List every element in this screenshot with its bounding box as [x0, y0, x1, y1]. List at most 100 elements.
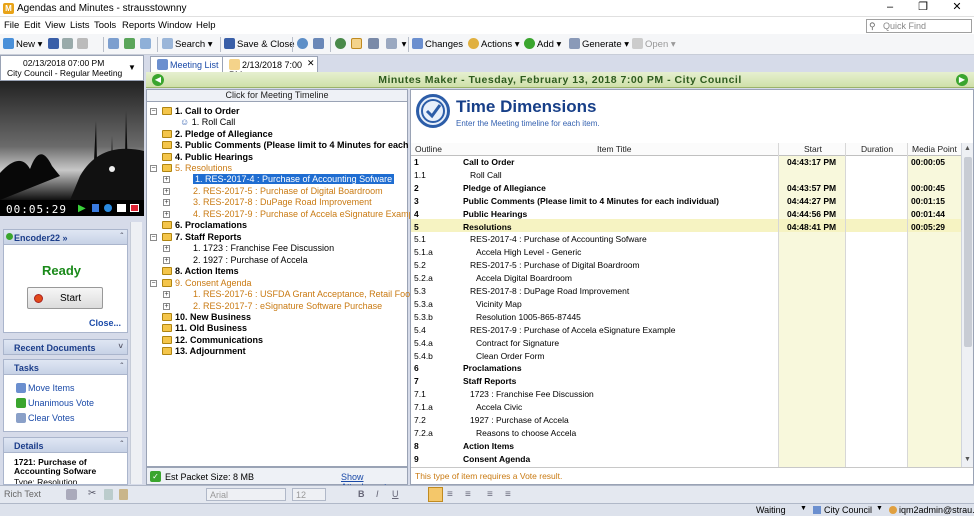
task-unanimous-vote[interactable]: Unanimous Vote — [16, 398, 94, 408]
table-row[interactable]: 8 Action Items — [411, 441, 961, 453]
table-row[interactable]: 5.2 RES-2017-5 : Purchase of Digital Boar… — [411, 260, 961, 272]
add-button[interactable]: Add ▾ — [524, 38, 561, 50]
table-row[interactable]: 2 Pledge of Allegiance 04:43:57 PM 00:00:45 — [411, 183, 961, 195]
tree-item[interactable]: 10. New Business — [162, 312, 251, 322]
table-row[interactable]: 7.1.a Accela Civic — [411, 402, 961, 414]
tree-expand-icon[interactable]: + — [163, 211, 170, 218]
chevron-down-icon[interactable]: ▼ — [800, 505, 807, 512]
encoder-header[interactable]: Encoder22 » ˆ — [3, 229, 128, 245]
tab-close-icon[interactable]: ✕ — [307, 58, 315, 69]
tree-item[interactable]: 9. Consent Agenda — [162, 278, 252, 288]
refresh-icon[interactable] — [297, 38, 310, 50]
scroll-thumb[interactable] — [964, 157, 972, 347]
table-row[interactable]: 1.1 Roll Call — [411, 170, 961, 182]
save-icon[interactable] — [48, 38, 61, 50]
table-row[interactable]: 7.1 1723 : Franchise Fee Discussion — [411, 389, 961, 401]
open-button[interactable]: Open ▾ — [632, 38, 676, 50]
table-row[interactable]: 9 Consent Agenda — [411, 454, 961, 466]
tree-item[interactable]: 2. Pledge of Allegiance — [162, 129, 273, 139]
expand-icon[interactable]: ˅ — [118, 342, 123, 351]
tool-icon-a[interactable] — [108, 38, 121, 50]
tree-collapse-icon[interactable]: − — [150, 280, 157, 287]
col-start[interactable]: Start — [804, 144, 822, 154]
tool-icon-c[interactable] — [140, 38, 153, 50]
menu-lists[interactable]: Lists — [70, 20, 90, 31]
tree-expand-icon[interactable]: + — [163, 176, 170, 183]
close-icon[interactable]: ✕ — [942, 0, 972, 16]
table-row[interactable]: 7.2.a Reasons to choose Accela — [411, 428, 961, 440]
snapshot-icon[interactable] — [117, 204, 126, 212]
tab-meeting-list[interactable]: Meeting List — [150, 56, 226, 72]
tree-item[interactable]: 1. RES-2017-4 : Purchase of Accounting S… — [193, 174, 395, 184]
copy-icon[interactable] — [104, 489, 113, 500]
table-row[interactable]: 5.4 RES-2017-9 : Purchase of Accela eSign… — [411, 325, 961, 337]
tree-collapse-icon[interactable]: − — [150, 165, 157, 172]
tree-item[interactable]: 4. RES-2017-9 : Purchase of Accela eSign… — [193, 209, 421, 219]
tree-item[interactable]: 8. Action Items — [162, 266, 239, 276]
timer-icon[interactable] — [335, 38, 348, 50]
save-close-button[interactable]: Save & Close — [224, 38, 295, 50]
fullscreen-icon[interactable] — [130, 204, 139, 212]
tasks-header[interactable]: Tasks ˆ — [3, 359, 128, 375]
status-body[interactable]: City Council — [824, 505, 872, 515]
generate-button[interactable]: Generate ▾ — [569, 38, 629, 50]
scroll-up-icon[interactable]: ▲ — [964, 145, 971, 152]
task-clear-votes[interactable]: Clear Votes — [16, 413, 75, 423]
paste-icon[interactable] — [119, 489, 128, 500]
menu-file[interactable]: File — [4, 20, 19, 31]
changes-button[interactable]: Changes — [412, 38, 463, 50]
forward-icon[interactable]: ▶ — [956, 74, 968, 86]
col-item-title[interactable]: Item Title — [597, 144, 631, 154]
align-left-icon[interactable] — [428, 487, 443, 502]
tree-item[interactable]: 6. Proclamations — [162, 220, 247, 230]
tree-item[interactable]: ☺ 1. Roll Call — [180, 117, 235, 127]
task-move-items[interactable]: Move Items — [16, 383, 75, 393]
tree-item[interactable]: 1. RES-2017-6 : USFDA Grant Acceptance, … — [193, 289, 424, 299]
align-right-icon[interactable]: ≡ — [465, 489, 471, 500]
table-row[interactable]: 5.1 RES-2017-4 : Purchase of Accounting S… — [411, 234, 961, 246]
scroll-down-icon[interactable]: ▼ — [964, 456, 971, 463]
col-duration[interactable]: Duration — [861, 144, 893, 154]
bold-icon[interactable]: B — [358, 489, 365, 499]
collapse-icon[interactable]: ˆ — [120, 362, 123, 371]
record-icon[interactable] — [104, 204, 112, 212]
tree-item[interactable]: 2. 1927 : Purchase of Accela — [193, 255, 308, 265]
print-icon[interactable] — [62, 38, 75, 50]
underline-icon[interactable]: U — [392, 489, 399, 499]
recent-documents-header[interactable]: Recent Documents ˅ — [3, 339, 128, 355]
format-icon[interactable] — [66, 489, 77, 500]
details-header[interactable]: Details ˆ — [3, 437, 128, 453]
people-icon[interactable] — [313, 38, 326, 50]
table-row[interactable]: 5.3 RES-2017-8 : DuPage Road Improvement — [411, 286, 961, 298]
table-row[interactable]: 5.2.a Accela Digital Boardroom — [411, 273, 961, 285]
tree-item[interactable]: 1. Call to Order — [162, 106, 240, 116]
meeting-selector[interactable]: 02/13/2018 07:00 PM City Council - Regul… — [0, 55, 144, 81]
gear-icon[interactable] — [368, 38, 381, 50]
table-row[interactable]: 5.1.a Accela High Level - Generic — [411, 247, 961, 259]
new-button[interactable]: New ▾ — [3, 38, 42, 50]
encoder-start-button[interactable]: Start — [27, 287, 103, 309]
tree-expand-icon[interactable]: + — [163, 257, 170, 264]
quick-find-input[interactable]: Quick Find — [866, 19, 972, 33]
preview-icon[interactable] — [77, 38, 90, 50]
table-row[interactable]: 7 Staff Reports — [411, 376, 961, 388]
tree-expand-icon[interactable]: + — [163, 245, 170, 252]
tree-item[interactable]: 2. RES-2017-7 : eSignature Software Purc… — [193, 301, 382, 311]
tree-item[interactable]: 12. Communications — [162, 335, 263, 345]
tree-expand-icon[interactable]: + — [163, 188, 170, 195]
search-button[interactable]: Search ▾ — [162, 38, 213, 50]
font-size-select[interactable]: 12 — [292, 488, 326, 501]
tree-item[interactable]: 5. Resolutions — [162, 163, 232, 173]
minimize-icon[interactable]: – — [875, 0, 905, 16]
tree-item[interactable]: 11. Old Business — [162, 323, 247, 333]
font-select[interactable]: Arial — [206, 488, 286, 501]
tree-item[interactable]: 7. Staff Reports — [162, 232, 242, 242]
table-row[interactable]: 1 Call to Order 04:43:17 PM 00:00:05 — [411, 157, 961, 169]
tree-item[interactable]: 4. Public Hearings — [162, 152, 253, 162]
clock-icon[interactable] — [351, 38, 364, 50]
cut-icon[interactable]: ✂ — [88, 488, 96, 499]
timeline-header-button[interactable]: Click for Meeting Timeline — [146, 89, 408, 102]
italic-icon[interactable]: I — [376, 489, 379, 499]
menu-help[interactable]: Help — [196, 20, 216, 31]
tool-icon-b[interactable] — [124, 38, 137, 50]
